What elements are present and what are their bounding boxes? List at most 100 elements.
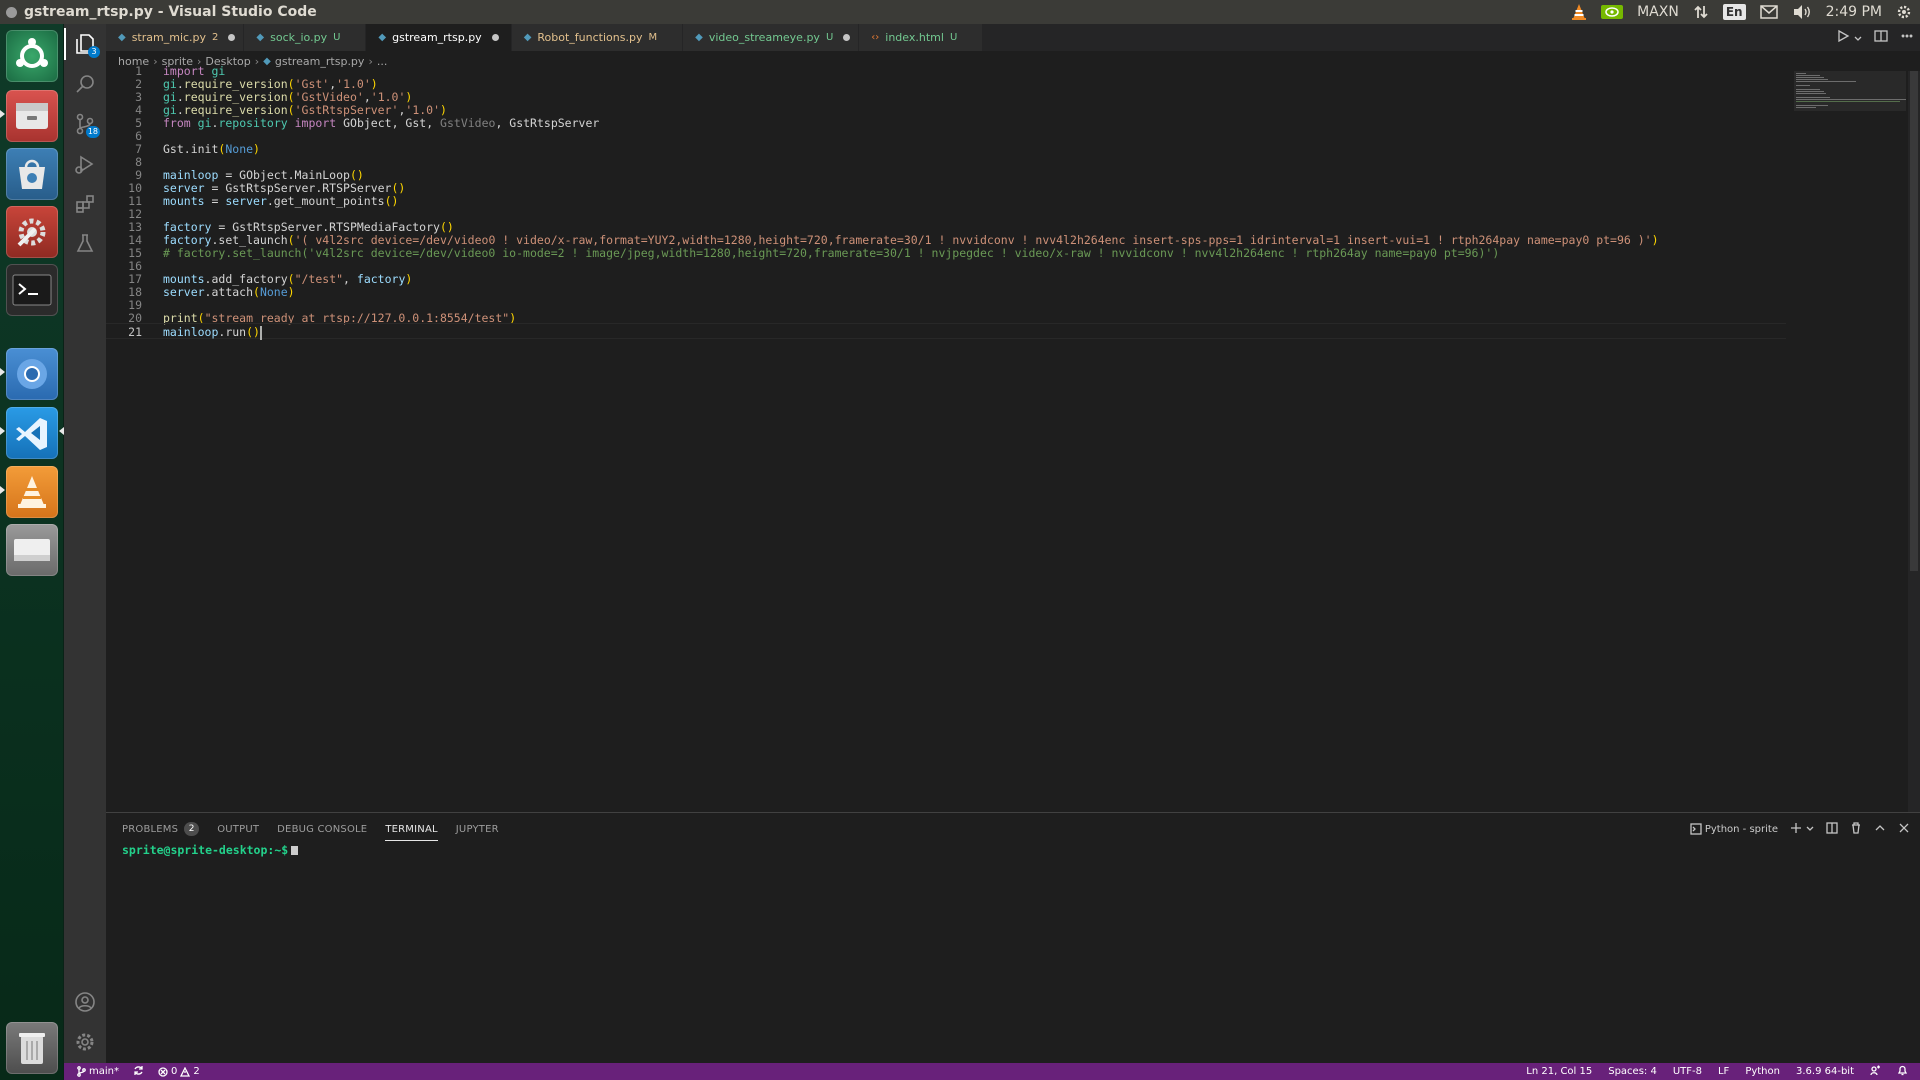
scrollbar-thumb[interactable] [1910, 71, 1918, 571]
tab-label: index.html [885, 31, 944, 44]
system-settings-icon[interactable] [6, 206, 58, 258]
chromium-icon[interactable] [6, 348, 58, 400]
cursor-position[interactable]: Ln 21, Col 15 [1526, 1066, 1592, 1077]
session-gear-icon[interactable] [1896, 0, 1912, 24]
source-control-icon[interactable]: 18 [64, 104, 106, 144]
editor-scrollbar[interactable] [1908, 71, 1920, 812]
tab-problems[interactable]: PROBLEMS 2 [122, 813, 200, 845]
tab-git-status: M [648, 32, 658, 43]
editor-actions [1836, 24, 1914, 51]
terminal-dropdown-chevron-icon[interactable] [1806, 824, 1814, 835]
ubuntu-dash-icon[interactable] [6, 30, 58, 82]
window-title-area: gstream_rtsp.py - Visual Studio Code [0, 4, 317, 20]
nvidia-icon[interactable] [1601, 0, 1624, 24]
maximize-panel-chevron-up-icon[interactable] [1874, 822, 1886, 837]
file-encoding[interactable]: UTF-8 [1673, 1066, 1702, 1077]
power-mode-label[interactable]: MAXN [1637, 0, 1679, 24]
vscode-icon[interactable] [6, 407, 58, 459]
python-file-icon: ◆ [256, 32, 265, 43]
tab-gstream-rtsp-py[interactable]: ◆ gstream_rtsp.py [366, 24, 512, 51]
problems-status-item[interactable]: 0 2 [158, 1066, 200, 1077]
bottom-panel: PROBLEMS 2 OUTPUT DEBUG CONSOLE TERMINAL … [106, 812, 1920, 1063]
terminal-icon[interactable] [6, 264, 58, 316]
indentation[interactable]: Spaces: 4 [1608, 1066, 1657, 1077]
volume-icon[interactable] [1792, 0, 1812, 24]
close-panel-icon[interactable] [1898, 822, 1910, 837]
tab-index-html[interactable]: ‹› index.html U [859, 24, 984, 51]
notifications-bell-icon[interactable] [1897, 1065, 1908, 1079]
software-center-icon[interactable] [6, 148, 58, 200]
tab-sock-io-py[interactable]: ◆ sock_io.py U [244, 24, 367, 51]
warning-count: 2 [193, 1066, 200, 1077]
network-arrows-icon[interactable] [1693, 0, 1709, 24]
tab-git-status: U [825, 32, 834, 43]
split-editor-icon[interactable] [1874, 29, 1888, 46]
tab-terminal[interactable]: TERMINAL [385, 813, 439, 845]
unsaved-dot-icon[interactable] [228, 34, 236, 41]
system-indicators: MAXN En 2:49 PM [1571, 0, 1912, 24]
running-indicator [0, 110, 5, 118]
terminal-prompt: sprite@sprite-desktop:~$ [122, 843, 289, 857]
running-indicator [0, 486, 5, 494]
vlc-icon[interactable] [6, 466, 58, 518]
accounts-icon[interactable] [64, 982, 106, 1022]
window-title: gstream_rtsp.py - Visual Studio Code [24, 4, 317, 20]
run-dropdown-chevron-icon[interactable] [1854, 31, 1862, 45]
run-debug-icon[interactable] [64, 144, 106, 184]
activity-bar: 3 18 [64, 24, 106, 1063]
python-interpreter[interactable]: 3.6.9 64-bit [1796, 1066, 1854, 1077]
terminal-output[interactable]: sprite@sprite-desktop:~$ [122, 843, 299, 857]
split-terminal-icon[interactable] [1826, 821, 1838, 837]
new-terminal-plus-icon[interactable] [1790, 822, 1802, 837]
tab-label: video_streameye.py [708, 31, 820, 44]
tab-git-status: U [333, 32, 341, 43]
code-text: mainloop.run() [163, 325, 262, 340]
drive-icon[interactable] [6, 524, 58, 576]
language-mode[interactable]: Python [1745, 1066, 1780, 1077]
trash-icon[interactable] [6, 1022, 58, 1074]
top-panel: gstream_rtsp.py - Visual Studio Code MAX… [0, 0, 1920, 24]
terminal-selector[interactable]: Python - sprite [1690, 823, 1778, 835]
extensions-icon[interactable] [64, 184, 106, 224]
kill-terminal-trash-icon[interactable] [1850, 821, 1862, 837]
running-indicator [0, 427, 5, 435]
python-file-icon: ◆ [118, 32, 126, 43]
warning-icon [180, 1066, 191, 1077]
line-number: 21 [128, 325, 142, 339]
tab-robot-functions-py[interactable]: ◆ Robot_functions.py M [511, 24, 684, 51]
feedback-icon[interactable] [1870, 1065, 1881, 1079]
git-branch-item[interactable]: main* [76, 1066, 119, 1077]
tab-label: sock_io.py [270, 31, 328, 44]
code-line-current[interactable]: 21 mainloop.run() [106, 323, 1786, 340]
more-actions-icon[interactable] [1900, 29, 1914, 46]
problems-badge: 2 [184, 822, 200, 836]
tab-output[interactable]: OUTPUT [217, 813, 259, 845]
sync-icon[interactable] [133, 1065, 144, 1079]
terminal-cursor [291, 846, 299, 855]
explorer-icon[interactable]: 3 [64, 24, 106, 64]
clock[interactable]: 2:49 PM [1826, 0, 1882, 24]
unsaved-dot-icon[interactable] [491, 34, 499, 41]
end-of-line[interactable]: LF [1718, 1066, 1729, 1077]
text-cursor [259, 325, 262, 340]
window-close-dot[interactable] [6, 6, 17, 18]
tab-jupyter[interactable]: JUPYTER [456, 813, 499, 845]
tab-video-streameye-py[interactable]: ◆ video_streameye.py U [683, 24, 860, 51]
tab-debug-console[interactable]: DEBUG CONSOLE [277, 813, 367, 845]
run-python-file-icon[interactable] [1836, 29, 1850, 46]
terminal-prompt-icon [1690, 823, 1702, 835]
mail-icon[interactable] [1759, 0, 1778, 24]
minimap[interactable] [1794, 71, 1906, 111]
code-editor[interactable]: 1 import gi 2 gi.require_version('Gst','1.… [106, 64, 1920, 812]
keyboard-language-indicator[interactable]: En [1722, 0, 1746, 24]
file-manager-icon[interactable] [6, 90, 58, 142]
status-bar: main* 0 2 Ln 21, Col 15 Spaces: 4 UTF-8 … [64, 1063, 1920, 1080]
vlc-tray-icon[interactable] [1571, 0, 1587, 24]
manage-gear-icon[interactable] [64, 1022, 106, 1062]
testing-flask-icon[interactable] [64, 224, 106, 264]
unsaved-dot-icon[interactable] [843, 34, 851, 41]
search-icon[interactable] [64, 64, 106, 104]
unity-launcher [0, 24, 64, 1080]
tab-stram-mic-py[interactable]: ◆ stram_mic.py 2 [106, 24, 245, 51]
explorer-badge: 3 [88, 46, 100, 58]
